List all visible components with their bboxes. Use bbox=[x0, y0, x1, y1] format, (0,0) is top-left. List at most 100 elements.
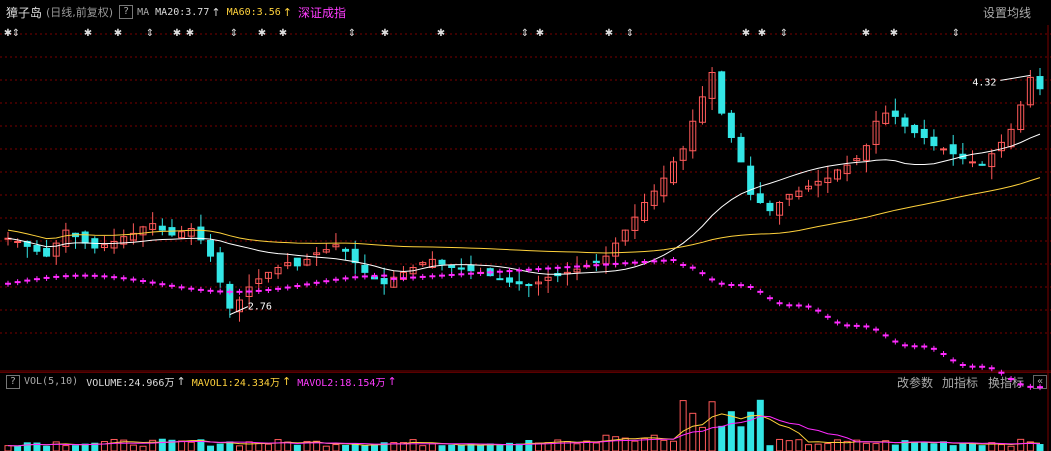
volume-bar bbox=[43, 445, 51, 451]
event-marker-icon: ✱ bbox=[258, 28, 266, 39]
volume-bar bbox=[62, 445, 70, 451]
volume-bar bbox=[52, 441, 60, 451]
volume-bar bbox=[496, 445, 504, 451]
volume-bar bbox=[747, 411, 755, 451]
event-marker-icon: ⇕ bbox=[348, 28, 356, 39]
event-marker-icon: ✱ bbox=[758, 28, 766, 39]
candle-body bbox=[81, 231, 89, 244]
candle-body bbox=[342, 248, 350, 252]
candle-body bbox=[968, 161, 976, 164]
volume-bar bbox=[207, 445, 215, 451]
volume-bar bbox=[448, 444, 456, 451]
candle-body bbox=[940, 148, 948, 151]
event-marker-icon: ✱ bbox=[173, 28, 181, 39]
volume-bar bbox=[438, 445, 446, 451]
volume-bar bbox=[872, 443, 880, 451]
event-marker-icon: ✱ bbox=[890, 28, 898, 39]
volume-bar bbox=[997, 444, 1005, 451]
event-marker-icon: ✱ bbox=[114, 28, 122, 39]
volume-bar bbox=[968, 443, 976, 451]
candle-body bbox=[737, 136, 745, 163]
volume-bar bbox=[862, 442, 870, 451]
volume-bar bbox=[592, 442, 600, 451]
volume-bar bbox=[1007, 445, 1015, 451]
candle-body bbox=[515, 281, 523, 285]
volume-bar bbox=[178, 440, 186, 451]
candle-body bbox=[978, 163, 986, 166]
candle-body bbox=[216, 252, 224, 283]
volume-bar bbox=[187, 441, 195, 451]
volume-bar bbox=[959, 442, 967, 451]
volume-bar bbox=[409, 439, 417, 451]
volume-bar bbox=[428, 443, 436, 451]
volume-bar bbox=[756, 399, 764, 451]
volume-bar bbox=[274, 439, 282, 451]
volume-bar bbox=[4, 445, 12, 451]
event-marker-icon: ✱ bbox=[84, 28, 92, 39]
candle-body bbox=[158, 225, 166, 231]
event-marker-icon: ✱ bbox=[437, 28, 445, 39]
volume-bar bbox=[776, 438, 784, 451]
volume-bar bbox=[100, 441, 108, 451]
candle-body bbox=[380, 278, 388, 285]
volume-bar bbox=[669, 440, 677, 451]
candle-body bbox=[727, 112, 735, 139]
volume-bar bbox=[949, 445, 957, 451]
event-marker-icon: ⇕ bbox=[146, 28, 154, 39]
candle-body bbox=[766, 202, 774, 212]
volume-bar bbox=[911, 441, 919, 451]
volume-bar bbox=[612, 436, 620, 451]
volume-bar bbox=[737, 426, 745, 451]
candle-body bbox=[1036, 76, 1044, 90]
event-marker-icon: ✱ bbox=[862, 28, 870, 39]
volume-bar bbox=[245, 441, 253, 451]
ma20-line bbox=[7, 133, 1041, 275]
event-marker-icon: ✱ bbox=[186, 28, 194, 39]
event-marker-icon: ⇕ bbox=[521, 28, 529, 39]
volume-bar bbox=[573, 443, 581, 451]
candle-body bbox=[901, 117, 909, 127]
candle-body bbox=[33, 245, 41, 252]
volume-bar bbox=[264, 443, 272, 451]
volume-bar bbox=[766, 445, 774, 451]
volume-bar bbox=[23, 442, 31, 451]
volume-bar bbox=[978, 445, 986, 451]
candle-body bbox=[911, 124, 919, 134]
volume-bar bbox=[14, 445, 22, 451]
volume-bar bbox=[351, 443, 359, 451]
volume-bar bbox=[139, 445, 147, 451]
low-price-label: 2.76 bbox=[248, 302, 272, 313]
volume-bar bbox=[332, 444, 340, 451]
candle-body bbox=[207, 239, 215, 257]
candle-body bbox=[467, 264, 475, 272]
volume-bar bbox=[920, 441, 928, 451]
volume-bar bbox=[785, 440, 793, 451]
candle-body bbox=[361, 264, 369, 273]
volume-bar bbox=[930, 443, 938, 451]
candle-body bbox=[756, 193, 764, 204]
event-marker-icon: ✱ bbox=[381, 28, 389, 39]
event-marker-icon: ⇕ bbox=[230, 28, 238, 39]
candle-body bbox=[930, 136, 938, 147]
volume-bar bbox=[679, 400, 687, 451]
stock-chart[interactable]: ✱ ⇕ ✱ ✱ ⇕ ✱ ✱ ⇕ ✱ ✱ ⇕ ✱ ✱ ⇕ ✱ ✱ ⇕ ✱ ✱ ⇕ ✱ ✱ ⇕4.322.76 bbox=[0, 0, 1051, 451]
volume-bar bbox=[110, 438, 118, 451]
event-marker-icon: ✱ bbox=[742, 28, 750, 39]
volume-bar bbox=[660, 439, 668, 451]
volume-bar bbox=[322, 445, 330, 451]
volume-bar bbox=[727, 411, 735, 451]
volume-bar bbox=[255, 443, 263, 451]
event-marker-icon: ⇕ bbox=[780, 28, 788, 39]
volume-bar bbox=[1036, 444, 1044, 451]
volume-bar bbox=[293, 444, 301, 451]
candle-body bbox=[891, 110, 899, 117]
volume-bar bbox=[129, 444, 137, 451]
volume-bar bbox=[477, 444, 485, 451]
candle-body bbox=[351, 248, 359, 264]
volume-bar bbox=[940, 441, 948, 451]
volume-bar bbox=[525, 439, 533, 451]
candle-body bbox=[506, 277, 514, 283]
event-marker-icon: ✱ bbox=[605, 28, 613, 39]
candle-body bbox=[496, 278, 504, 281]
volume-bar bbox=[158, 438, 166, 451]
